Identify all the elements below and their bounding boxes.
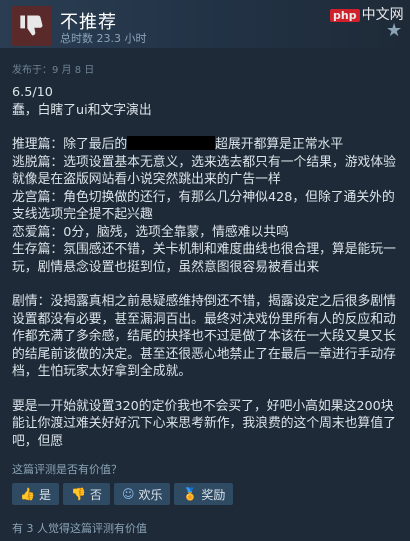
review-header: 不推荐 总时数 23.3 小时 php 中文网 ★ — [0, 0, 410, 48]
review-paragraph: 生存篇：氛围感还不错，关卡机制和难度曲线也很合理，算是能玩一玩，剧情悬念设置也挺… — [12, 242, 396, 275]
review-paragraph: 推理篇：除了最后的 超展开都算是正常水平 — [12, 136, 344, 152]
hours-played: 总时数 23.3 小时 — [60, 32, 147, 45]
review-summary: 蠢，白瞎了ui和文字演出 — [12, 102, 152, 118]
review-paragraph: 逃脱篇：选项设置基本无意义，选来选去都只有一个结果，游戏体验就像是在盗版网站看小… — [12, 154, 396, 188]
thumbs-up-icon: 👍 — [20, 487, 35, 501]
helpful-question: 这篇评测是否有价值？ — [12, 463, 122, 476]
redacted-block — [127, 136, 216, 150]
thumbs-down-icon — [12, 6, 52, 46]
review-card: 不推荐 总时数 23.3 小时 php 中文网 ★ 发布于：9 月 8 日 6.5… — [0, 0, 410, 541]
smiley-icon: ☺ — [121, 487, 135, 501]
watermark-tag: php — [330, 9, 360, 22]
vote-no-button[interactable]: 👎 否 — [62, 483, 110, 505]
posted-date: 发布于：9 月 8 日 — [12, 65, 95, 76]
star-icon[interactable]: ★ — [386, 20, 402, 41]
review-score: 6.5/10 — [12, 85, 53, 100]
review-paragraph: 恋爱篇：0分，脑残，选项全靠蒙，情感难以共鸣 — [12, 224, 289, 240]
review-paragraph: 要是一开始就设置320的定价我也不会买了，好吧小高如果这200块能让你渡过难关好… — [12, 398, 396, 449]
vote-funny-button[interactable]: ☺ 欢乐 — [113, 483, 171, 505]
thumbs-down-small-icon: 👎 — [70, 487, 86, 501]
review-body: 6.5/10 蠢，白瞎了ui和文字演出 推理篇：除了最后的 超展开都算是正常水平 … — [12, 84, 404, 450]
vote-yes-button[interactable]: 👍 是 — [12, 483, 59, 505]
review-paragraph: 剧情：没揭露真相之前悬疑感维持倒还不错，揭露设定之后很多剧情设置都没有必要，甚至… — [12, 294, 396, 379]
award-icon: 🏅 — [182, 487, 198, 501]
award-button[interactable]: 🏅 奖励 — [174, 483, 234, 505]
vote-buttons: 👍 是 👎 否 ☺ 欢乐 🏅 奖励 — [12, 483, 234, 505]
review-paragraph: 龙宫篇：角色切换做的还行，有那么几分神似428，但除了通关外的支线选项完全提不起… — [12, 189, 395, 223]
helpful-count: 有 3 人觉得这篇评测有价值 — [12, 522, 147, 535]
